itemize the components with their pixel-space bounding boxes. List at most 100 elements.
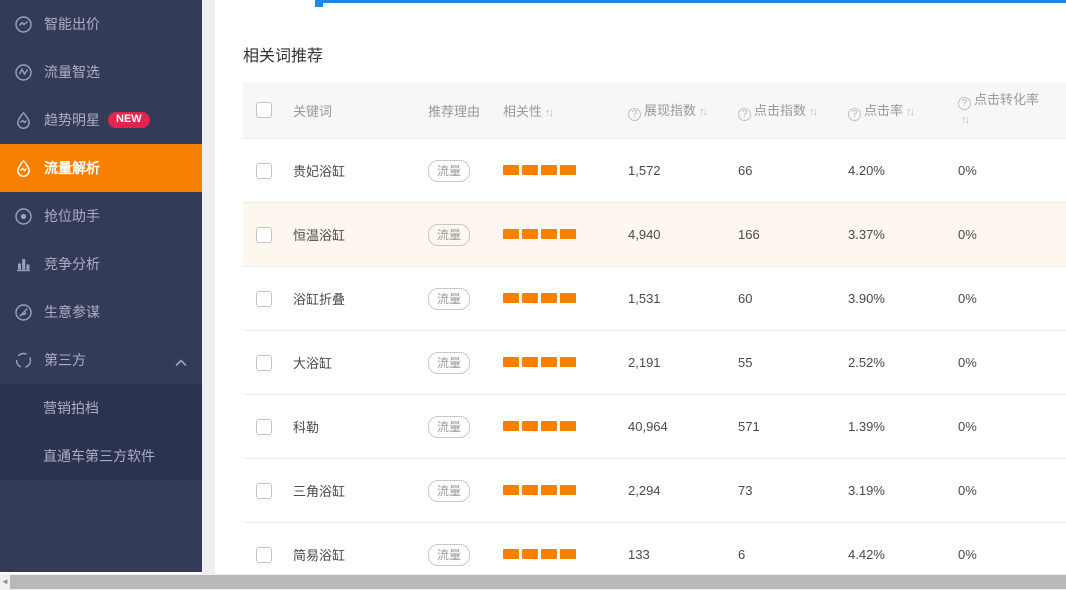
sidebar-item-label: 流量智选 — [44, 62, 100, 82]
help-icon[interactable]: ? — [958, 97, 971, 110]
header-relevance: 相关性↑↓ — [495, 101, 620, 120]
cvr-cell: 0% — [950, 291, 1066, 306]
scrollbar-left-arrow-icon[interactable]: ◄ — [1, 577, 9, 586]
table-row: 科勒 流量 40,964 571 1.39% 0% — [243, 394, 1066, 458]
sidebar-item-position-helper[interactable]: 抢位助手 — [0, 192, 202, 240]
keyword-recommendation-table: 关键词 推荐理由 相关性↑↓ ?展现指数↑↓ ?点击指数↑↓ ?点击率↑↓ ?点… — [243, 82, 1066, 567]
traffic-pick-icon — [14, 63, 33, 82]
sort-icon[interactable]: ↑↓ — [961, 114, 968, 126]
row-checkbox[interactable] — [256, 483, 272, 499]
sidebar-item-trend-star[interactable]: 趋势明星 NEW — [0, 96, 202, 144]
click-index-cell: 571 — [730, 419, 840, 434]
third-party-submenu: 营销拍档 直通车第三方软件 — [0, 384, 202, 480]
sidebar-subitem-third-party-software[interactable]: 直通车第三方软件 — [0, 432, 202, 480]
impression-index-cell: 2,191 — [620, 355, 730, 370]
business-advisor-icon — [14, 303, 33, 322]
new-badge: NEW — [108, 112, 150, 128]
help-icon[interactable]: ? — [738, 108, 751, 121]
header-select-all-cell — [243, 102, 285, 119]
sort-icon[interactable]: ↑↓ — [699, 106, 706, 118]
sidebar-item-label: 智能出价 — [44, 14, 100, 34]
main-content: 相关词推荐 关键词 推荐理由 相关性↑↓ ?展现指数↑↓ ?点击指数↑↓ — [215, 0, 1066, 567]
ctr-cell: 2.52% — [840, 355, 950, 370]
relevance-bars — [495, 483, 620, 498]
scrollbar-thumb[interactable] — [10, 575, 1066, 589]
row-checkbox[interactable] — [256, 419, 272, 435]
relevance-bars — [495, 547, 620, 562]
row-checkbox[interactable] — [256, 163, 272, 179]
table-header-row: 关键词 推荐理由 相关性↑↓ ?展现指数↑↓ ?点击指数↑↓ ?点击率↑↓ ?点… — [243, 82, 1066, 138]
header-ctr: ?点击率↑↓ — [840, 100, 950, 121]
header-cvr: ?点击转化率 ↑↓ — [950, 91, 1066, 129]
header-click-index: ?点击指数↑↓ — [730, 100, 840, 121]
row-checkbox[interactable] — [256, 547, 272, 563]
keyword-cell: 大浴缸 — [285, 353, 420, 372]
cvr-cell: 0% — [950, 355, 1066, 370]
ctr-cell: 3.37% — [840, 227, 950, 242]
reason-tag: 流量 — [428, 352, 470, 374]
sidebar-item-traffic-pick[interactable]: 流量智选 — [0, 48, 202, 96]
sidebar: 智能出价 流量智选 趋势明星 NEW 流量解析 抢位助手 竞争分析 — [0, 0, 202, 572]
traffic-analysis-icon — [14, 159, 33, 178]
click-index-cell: 66 — [730, 163, 840, 178]
help-icon[interactable]: ? — [848, 108, 861, 121]
sidebar-item-third-party[interactable]: 第三方 — [0, 336, 202, 384]
sidebar-item-competition[interactable]: 竞争分析 — [0, 240, 202, 288]
cvr-cell: 0% — [950, 483, 1066, 498]
keyword-cell: 三角浴缸 — [285, 481, 420, 500]
impression-index-cell: 1,572 — [620, 163, 730, 178]
ctr-cell: 3.19% — [840, 483, 950, 498]
table-row: 简易浴缸 流量 133 6 4.42% 0% — [243, 522, 1066, 567]
header-keyword: 关键词 — [285, 101, 420, 120]
sidebar-item-business-advisor[interactable]: 生意参谋 — [0, 288, 202, 336]
trend-chart-line — [318, 0, 1066, 3]
impression-index-cell: 1,531 — [620, 291, 730, 306]
table-row: 三角浴缸 流量 2,294 73 3.19% 0% — [243, 458, 1066, 522]
sort-icon[interactable]: ↑↓ — [809, 106, 816, 118]
ctr-cell: 4.42% — [840, 547, 950, 562]
sidebar-subitem-label: 直通车第三方软件 — [43, 446, 155, 466]
table-row: 浴缸折叠 流量 1,531 60 3.90% 0% — [243, 266, 1066, 330]
sidebar-item-smart-bid[interactable]: 智能出价 — [0, 0, 202, 48]
sort-icon[interactable]: ↑↓ — [906, 106, 913, 118]
trend-star-icon — [14, 111, 33, 130]
keyword-cell: 简易浴缸 — [285, 545, 420, 564]
reason-tag: 流量 — [428, 160, 470, 182]
sort-icon[interactable]: ↑↓ — [545, 107, 552, 119]
impression-index-cell: 40,964 — [620, 419, 730, 434]
chevron-up-icon[interactable] — [175, 354, 187, 370]
sidebar-item-label: 第三方 — [44, 350, 86, 370]
reason-tag: 流量 — [428, 480, 470, 502]
select-all-checkbox[interactable] — [256, 102, 272, 118]
impression-index-cell: 2,294 — [620, 483, 730, 498]
click-index-cell: 73 — [730, 483, 840, 498]
keyword-cell: 贵妃浴缸 — [285, 161, 420, 180]
table-row: 贵妃浴缸 流量 1,572 66 4.20% 0% — [243, 138, 1066, 202]
relevance-bars — [495, 419, 620, 434]
sidebar-item-label: 抢位助手 — [44, 206, 100, 226]
reason-tag: 流量 — [428, 224, 470, 246]
cvr-cell: 0% — [950, 547, 1066, 562]
row-checkbox[interactable] — [256, 355, 272, 371]
sidebar-item-traffic-analysis[interactable]: 流量解析 — [0, 144, 202, 192]
relevance-bars — [495, 227, 620, 242]
sidebar-subitem-marketing-partner[interactable]: 营销拍档 — [0, 384, 202, 432]
ctr-cell: 1.39% — [840, 419, 950, 434]
reason-tag: 流量 — [428, 544, 470, 566]
row-checkbox[interactable] — [256, 227, 272, 243]
page-background-strip — [202, 0, 215, 574]
click-index-cell: 166 — [730, 227, 840, 242]
impression-index-cell: 4,940 — [620, 227, 730, 242]
keyword-cell: 浴缸折叠 — [285, 289, 420, 308]
sidebar-subitem-label: 营销拍档 — [43, 398, 99, 418]
header-reason: 推荐理由 — [420, 101, 495, 120]
keyword-cell: 科勒 — [285, 417, 420, 436]
sidebar-item-label: 流量解析 — [44, 158, 100, 178]
impression-index-cell: 133 — [620, 547, 730, 562]
row-checkbox[interactable] — [256, 291, 272, 307]
ctr-cell: 4.20% — [840, 163, 950, 178]
sidebar-item-label: 趋势明星 — [44, 110, 100, 130]
help-icon[interactable]: ? — [628, 108, 641, 121]
horizontal-scrollbar[interactable]: ◄ — [0, 574, 1066, 590]
reason-tag: 流量 — [428, 416, 470, 438]
